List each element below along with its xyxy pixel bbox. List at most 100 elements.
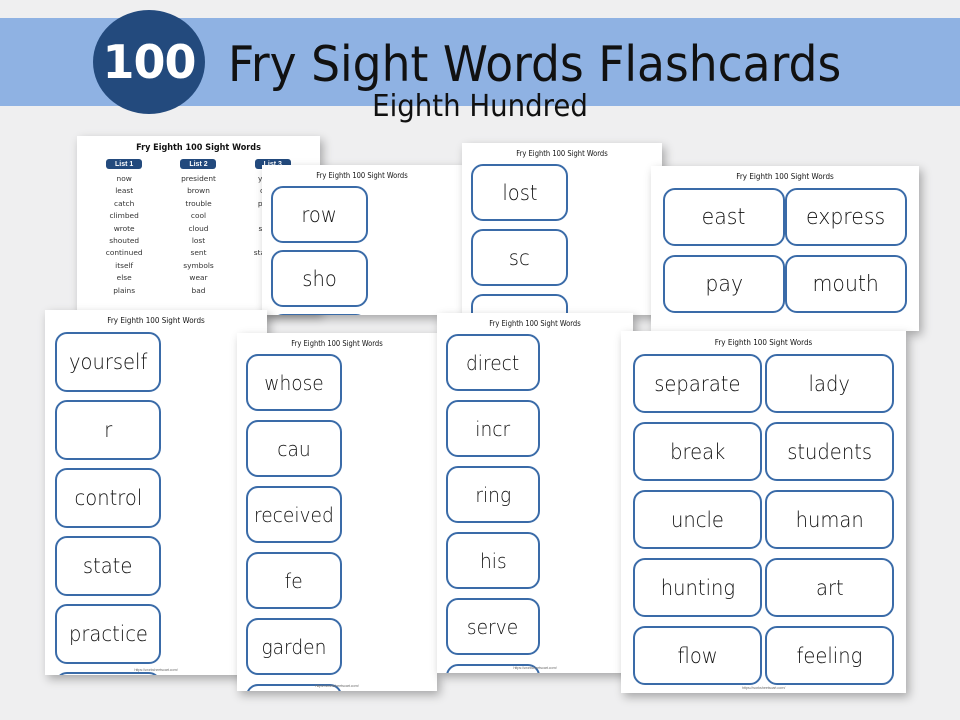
sheet-heading: Fry Eighth 100 Sight Words (136, 143, 261, 153)
flashcard[interactable]: art (765, 558, 894, 617)
sheet-heading: Fry Eighth 100 Sight Words (291, 339, 383, 348)
flashcard[interactable]: control (55, 468, 161, 528)
flashcard[interactable]: garden (246, 618, 342, 675)
list-word: itself (115, 260, 134, 270)
list-word: continued (105, 248, 143, 258)
sheet-footer-url[interactable]: https://worksheetscart.com/ (621, 685, 906, 690)
flashcard[interactable]: serve (446, 598, 540, 655)
sheet-footer-url[interactable]: https://worksheetscart.com/ (437, 665, 633, 670)
flashcard-word: sho (302, 266, 337, 291)
flashcard[interactable]: practice (55, 604, 161, 664)
flashcard[interactable]: least (271, 314, 368, 315)
flashcard-word: hunting (660, 575, 735, 600)
flashcard[interactable]: sho (271, 250, 368, 307)
flashcard[interactable]: fe (246, 552, 342, 609)
flashcard[interactable]: express (785, 188, 907, 246)
flashcard[interactable]: received (246, 486, 342, 543)
flashcard-word: express (806, 204, 886, 230)
list-word: catch (114, 198, 135, 208)
sheet-footer-url[interactable]: https://worksheetscart.com/ (45, 667, 267, 672)
flashcard-word: state (83, 554, 133, 578)
flashcard-word: art (815, 575, 844, 600)
word-list-column: List 1 now least catch climbed wrote sho… (87, 159, 161, 297)
list-word: bad (191, 285, 206, 295)
list-heading: List 1 (106, 159, 143, 169)
flashcard[interactable]: lady (765, 354, 894, 413)
flashcard[interactable]: state (55, 536, 161, 596)
flashcard-word: his (479, 548, 507, 573)
flashcard[interactable]: separate (633, 354, 762, 413)
flashcard-word: students (787, 439, 872, 464)
flashcard-word: control (74, 486, 142, 510)
list-word: wrote (113, 223, 135, 233)
sheet-heading: Fry Eighth 100 Sight Words (714, 338, 813, 347)
flashcard[interactable]: his (446, 532, 540, 589)
sheet-heading: Fry Eighth 100 Sight Words (736, 172, 834, 181)
list-word: least (115, 186, 134, 196)
flashcard-sheet[interactable]: Fry Eighth 100 Sight Words lost sc sent … (462, 143, 662, 315)
flashcard[interactable]: row (271, 186, 368, 243)
flashcard[interactable]: whose (246, 354, 342, 411)
flashcard-sheet[interactable]: Fry Eighth 100 Sight Words row sho least… (262, 165, 462, 315)
list-word: trouble (185, 198, 212, 208)
list-word: shouted (109, 236, 140, 246)
flashcard-sheet[interactable]: Fry Eighth 100 Sight Words whose cau rec… (237, 333, 437, 691)
card-grid: yourself r control state practice s repo… (55, 332, 257, 675)
flashcard-word: received (254, 502, 334, 527)
flashcard-word: pay (705, 271, 743, 297)
flashcard[interactable]: east (663, 188, 785, 246)
list-word: sent (190, 248, 207, 258)
flashcard[interactable]: s (55, 672, 161, 675)
flashcard[interactable]: hunting (633, 558, 762, 617)
flashcard-word: incr (475, 416, 511, 441)
list-word: plains (113, 285, 136, 295)
flashcard-word: r (103, 418, 113, 442)
flashcard[interactable]: break (633, 422, 762, 481)
flashcard[interactable]: mouth (785, 255, 907, 313)
flashcard[interactable]: yourself (55, 332, 161, 392)
flashcard-word: east (702, 204, 746, 230)
flashcard-word: garden (261, 634, 327, 659)
list-word: now (116, 174, 132, 183)
flashcard-word: whose (264, 370, 324, 395)
flashcard-sheet[interactable]: Fry Eighth 100 Sight Words direct incr r… (437, 313, 633, 673)
flashcard-word: practice (68, 622, 148, 646)
flashcard-sheet[interactable]: Fry Eighth 100 Sight Words separate lady… (621, 331, 906, 693)
card-grid: direct incr ring his serve c child mo de… (446, 334, 624, 673)
list-word: wear (189, 273, 208, 283)
list-word: symbols (183, 260, 214, 270)
list-word: else (116, 273, 132, 283)
flashcard[interactable]: lost (471, 164, 568, 221)
sheet-footer-url[interactable]: https://worksheetscart.com/ (237, 683, 437, 688)
badge-number: 100 (102, 35, 196, 89)
flashcard[interactable]: uncle (633, 490, 762, 549)
flashcard[interactable]: direct (446, 334, 540, 391)
flashcard[interactable]: flow (633, 626, 762, 685)
flashcard-sheet[interactable]: Fry Eighth 100 Sight Words east express … (651, 166, 919, 331)
card-grid: lost sc sent expe (471, 164, 653, 315)
flashcard[interactable]: incr (446, 400, 540, 457)
flashcard[interactable]: ring (446, 466, 540, 523)
sheet-heading: Fry Eighth 100 Sight Words (489, 319, 581, 328)
flashcard-sheet[interactable]: Fry Eighth 100 Sight Words yourself r co… (45, 310, 267, 675)
flashcard[interactable]: cau (246, 420, 342, 477)
flashcard[interactable]: human (765, 490, 894, 549)
flashcard[interactable]: feeling (765, 626, 894, 685)
flashcard-word: lady (808, 371, 851, 396)
flashcard[interactable]: sc (471, 229, 568, 286)
flashcard-word: lost (501, 180, 538, 205)
flashcard[interactable]: students (765, 422, 894, 481)
page-title: Fry Sight Words Flashcards (228, 36, 842, 93)
flashcard[interactable]: pay (663, 255, 785, 313)
flashcard-word: direct (466, 350, 520, 375)
flashcard-word: cau (277, 436, 311, 461)
flashcard-word: ring (475, 482, 511, 507)
page-subtitle: Eighth Hundred (372, 89, 588, 124)
list-word: cloud (188, 223, 209, 233)
flashcard-word: feeling (796, 643, 863, 668)
flashcard[interactable]: r (55, 400, 161, 460)
flashcard[interactable]: sent (471, 294, 568, 315)
sheet-heading: Fry Eighth 100 Sight Words (316, 171, 408, 180)
flashcard-word: fe (284, 568, 303, 593)
flashcard-word: mouth (812, 271, 880, 297)
